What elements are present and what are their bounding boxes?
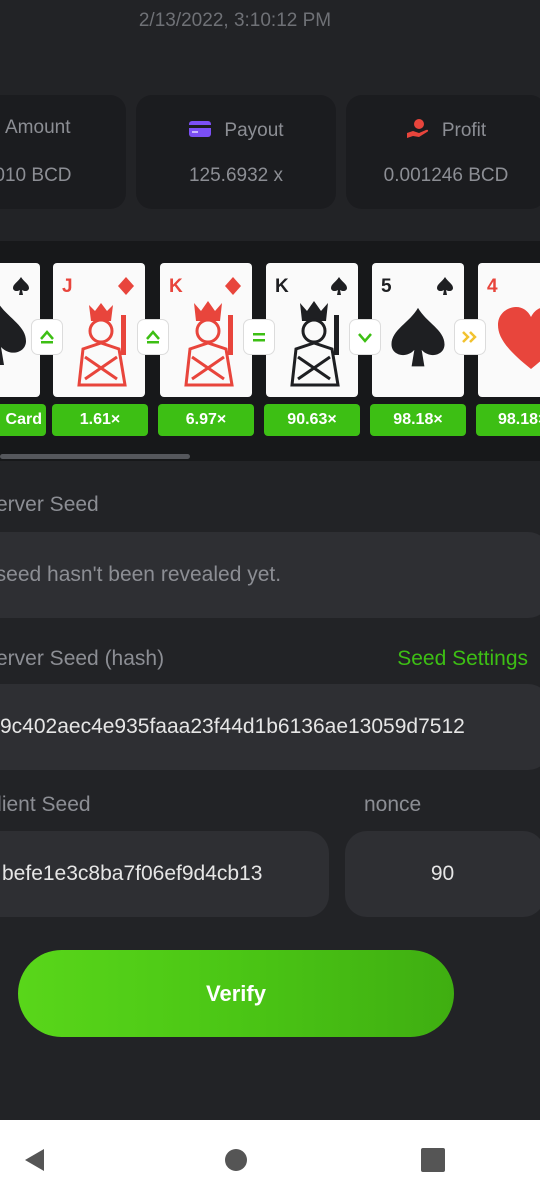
stat-amount: Amount 0.0010 BCD <box>0 95 126 209</box>
equal-hint-icon <box>244 320 274 354</box>
higher-hint-icon <box>32 320 62 354</box>
stat-payout-label: Payout <box>224 120 284 141</box>
card-4-rank: 5 <box>381 276 392 297</box>
card-history-scrollbar[interactable] <box>0 454 190 459</box>
server-seed-hash-value: 9c402aec4e935faaa23f44d1b6136ae13059d751… <box>0 715 465 738</box>
server-seed-field[interactable]: Server seed hasn't been revealed yet. <box>0 532 540 618</box>
card-3-rank: K <box>275 276 289 297</box>
client-seed-value: befe1e3c8ba7f06ef9d4cb13 <box>2 862 263 885</box>
server-seed-hash-field[interactable]: 9c402aec4e935faaa23f44d1b6136ae13059d751… <box>0 684 540 770</box>
stat-profit-label: Profit <box>441 120 487 141</box>
client-seed-field[interactable]: befe1e3c8ba7f06ef9d4cb13 <box>0 831 329 917</box>
nonce-label: nonce <box>364 793 422 816</box>
stat-profit: Profit 0.001246 BCD <box>346 95 540 209</box>
multiplier-chip-5: 98.18× <box>476 404 540 436</box>
card-2: K <box>160 263 252 397</box>
multiplier-chip-4: 98.18× <box>370 404 466 436</box>
card-5: 4 <box>478 263 540 397</box>
stat-amount-label: Amount <box>5 117 71 138</box>
card-4: 5 <box>372 263 464 397</box>
recents-icon[interactable] <box>420 1147 446 1173</box>
skip-hint-icon <box>455 320 485 354</box>
system-navigation-bar <box>0 1120 540 1200</box>
card-icon <box>189 121 212 137</box>
card-3: K <box>266 263 358 397</box>
card-5-rank: 4 <box>487 276 498 297</box>
card-2-rank: K <box>169 276 183 297</box>
diamond-icon <box>225 277 241 295</box>
spade-icon <box>331 277 347 295</box>
diamond-icon <box>118 277 134 295</box>
multiplier-chip-2: 6.97× <box>158 404 254 436</box>
card-history[interactable]: J K K 5 4 Card 1.61× 6.97× 90.63× 98.18×… <box>0 241 540 461</box>
king-art <box>184 301 234 387</box>
verify-screen: 2/13/2022, 3:10:12 PM Amount 0.0010 BCD … <box>0 0 540 1120</box>
spade-art <box>391 307 445 367</box>
card-1-rank: J <box>62 276 73 297</box>
stat-profit-value: 0.001246 BCD <box>383 165 509 186</box>
seed-settings-link[interactable]: Seed Settings <box>397 647 528 671</box>
heart-art <box>498 307 540 369</box>
nonce-value: 90 <box>430 862 455 885</box>
back-icon[interactable] <box>22 1147 48 1173</box>
spade-icon <box>437 277 453 295</box>
server-seed-hash-label: Server Seed (hash) <box>0 647 165 670</box>
nonce-field[interactable]: 90 <box>345 831 540 917</box>
server-seed-label: Server Seed <box>0 493 99 516</box>
stat-payout-value: 125.6932 x <box>188 165 284 186</box>
bet-timestamp: 2/13/2022, 3:10:12 PM <box>138 10 332 31</box>
jack-art <box>77 303 127 387</box>
spade-icon <box>13 277 29 295</box>
verify-button[interactable]: Verify <box>18 950 454 1037</box>
multiplier-chip-3: 90.63× <box>264 404 360 436</box>
lower-hint-icon <box>350 320 380 354</box>
hand-coin-icon <box>406 119 428 138</box>
spade-art <box>0 305 26 365</box>
king-art <box>290 301 340 387</box>
higher-hint-icon <box>138 320 168 354</box>
stat-amount-value: 0.0010 BCD <box>0 165 72 186</box>
home-icon[interactable] <box>223 1147 249 1173</box>
card-1: J <box>53 263 145 397</box>
multiplier-chip-0: Card <box>0 404 46 436</box>
client-seed-label: Client Seed <box>0 793 91 816</box>
server-seed-value: Server seed hasn't been revealed yet. <box>0 563 282 586</box>
stat-payout: Payout 125.6932 x <box>136 95 336 209</box>
multiplier-chip-1: 1.61× <box>52 404 148 436</box>
